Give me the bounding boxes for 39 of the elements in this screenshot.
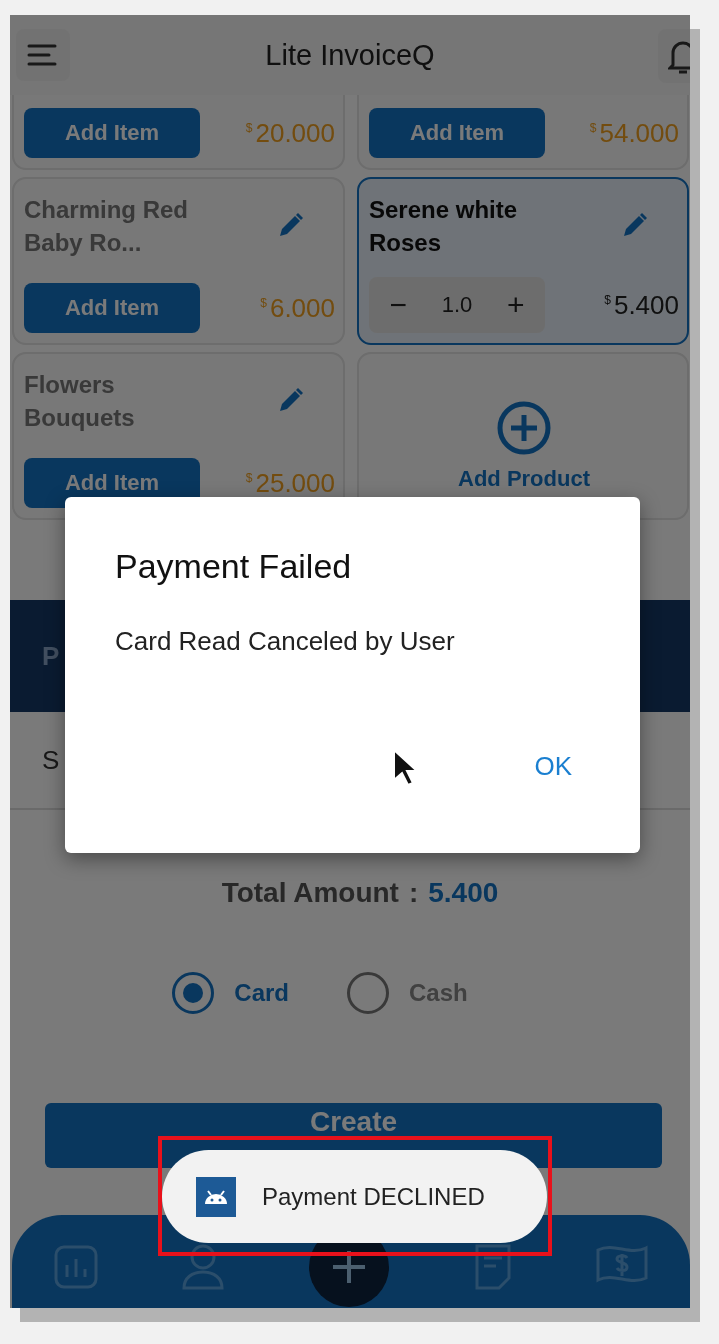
android-app-icon bbox=[196, 1176, 236, 1217]
product-card[interactable]: Serene white Roses − 1.0 + $^{$}$5.400 bbox=[357, 177, 689, 345]
payment-method-label: Cash bbox=[409, 979, 468, 1007]
radio-button[interactable] bbox=[347, 972, 389, 1014]
product-name: Serene white Roses bbox=[369, 195, 519, 258]
add-item-button[interactable]: Add Item bbox=[24, 283, 200, 333]
product-card[interactable]: Charming Red Baby Ro... Add Item $^{$}$6.000 bbox=[12, 177, 345, 345]
summary-label: S bbox=[42, 744, 60, 776]
menu-button[interactable] bbox=[16, 29, 70, 81]
plus-icon bbox=[331, 1248, 367, 1285]
total-label: Total Amount bbox=[221, 877, 399, 909]
plus-circle-icon bbox=[496, 400, 552, 456]
dialog-message: Card Read Canceled by User bbox=[115, 626, 455, 657]
toast-message: Payment DECLINED bbox=[262, 1182, 485, 1211]
total-separator: : bbox=[408, 877, 419, 909]
person-icon[interactable] bbox=[181, 1243, 226, 1290]
product-price: $^{$}$6.000 bbox=[260, 292, 335, 324]
product-price: $^{$}$20.000 bbox=[245, 117, 335, 149]
add-item-button[interactable]: Add Item bbox=[369, 108, 545, 158]
product-card[interactable]: Add Item $^{$}$20.000 bbox=[12, 95, 345, 170]
ok-button[interactable]: OK bbox=[528, 745, 578, 788]
product-price: $^{$}$5.400 bbox=[604, 289, 679, 321]
product-price: $^{$}$54.000 bbox=[589, 117, 679, 149]
app-title: Lite InvoiceQ bbox=[265, 38, 435, 72]
decrement-button[interactable]: − bbox=[383, 288, 413, 322]
add-item-button[interactable]: Add Item bbox=[24, 108, 200, 158]
section-title: P bbox=[42, 640, 60, 672]
radio-button[interactable] bbox=[172, 972, 215, 1014]
dialog-title: Payment Failed bbox=[115, 547, 352, 586]
menu-icon bbox=[27, 43, 59, 67]
add-product-label: Add Product bbox=[458, 466, 590, 492]
product-name: Charming Red Baby Ro... bbox=[24, 195, 189, 258]
increment-button[interactable]: + bbox=[501, 288, 531, 322]
product-card[interactable]: Add Item $^{$}$54.000 bbox=[357, 95, 689, 170]
quantity-value: 1.0 bbox=[441, 292, 473, 318]
product-price: $^{$}$25.000 bbox=[245, 467, 335, 499]
payment-method-label: Card bbox=[234, 979, 289, 1007]
total-amount: 5.400 bbox=[428, 877, 499, 909]
product-name: Flowers Bouquets bbox=[24, 370, 136, 433]
